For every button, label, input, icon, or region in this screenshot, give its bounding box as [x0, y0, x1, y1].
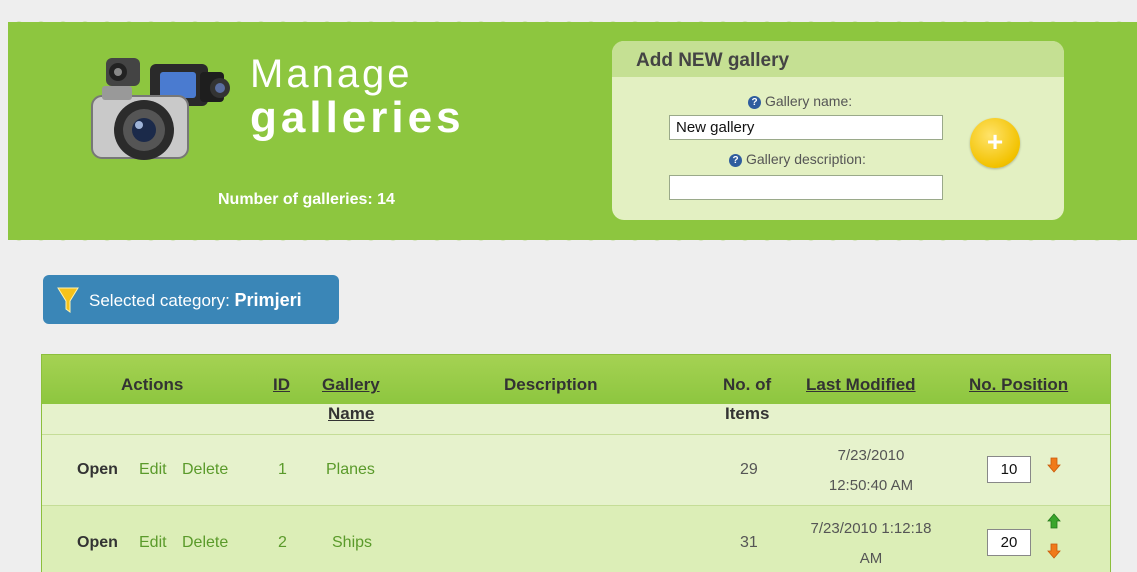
column-items-line2: Items — [725, 404, 770, 423]
open-link[interactable]: Open — [77, 534, 118, 552]
position-input[interactable] — [987, 456, 1031, 483]
add-gallery-panel: Add NEW gallery ? Gallery name: ? Gallery … — [612, 41, 1064, 220]
table-row: Open Edit Delete 1 Planes 29 7/23/2010 1… — [42, 435, 1110, 506]
category-label: Selected category: — [89, 291, 230, 310]
arrow-down-icon[interactable] — [1047, 457, 1061, 473]
galleries-table: Actions ID Gallery Description No. of La… — [41, 354, 1111, 572]
last-modified-time: AM — [859, 550, 883, 567]
last-modified: 7/23/2010 1:12:18 AM — [791, 514, 951, 572]
arrow-up-icon[interactable] — [1047, 513, 1061, 529]
gallery-name-label-group: ? Gallery name: — [748, 93, 852, 109]
header-scallop-bottom — [8, 228, 1137, 252]
category-value: Primjeri — [234, 290, 302, 310]
gallery-description-label-group: ? Gallery description: — [729, 151, 866, 167]
edit-link[interactable]: Edit — [139, 534, 167, 552]
page-title-line2: galleries — [250, 93, 465, 142]
delete-link[interactable]: Delete — [182, 461, 228, 479]
funnel-icon — [57, 287, 79, 313]
open-link[interactable]: Open — [77, 461, 118, 479]
arrow-down-icon[interactable] — [1047, 543, 1061, 559]
gallery-description-label: Gallery description: — [746, 151, 866, 167]
column-gallery-sort[interactable]: Gallery — [322, 375, 380, 395]
category-text: Selected category: Primjeri — [89, 290, 302, 311]
items-count: 31 — [740, 534, 758, 551]
help-icon[interactable]: ? — [729, 154, 742, 167]
items-count: 29 — [740, 461, 758, 478]
gallery-description-input[interactable] — [669, 175, 943, 200]
gallery-name-input[interactable] — [669, 115, 943, 140]
edit-link[interactable]: Edit — [139, 461, 167, 479]
column-position-sort[interactable]: No. Position — [969, 375, 1068, 395]
gallery-name: Planes — [326, 461, 375, 478]
column-last-modified-sort[interactable]: Last Modified — [806, 375, 916, 395]
gallery-name: Ships — [332, 534, 373, 551]
help-icon[interactable]: ? — [748, 96, 761, 109]
table-header: Actions ID Gallery Description No. of La… — [42, 355, 1110, 404]
gallery-name-label: Gallery name: — [765, 93, 853, 109]
table-row: Open Edit Delete 2 Ships 31 7/23/2010 1:… — [42, 506, 1110, 572]
delete-link[interactable]: Delete — [182, 534, 228, 552]
last-modified: 7/23/2010 12:50:40 AM — [791, 441, 951, 501]
last-modified-date: 7/23/2010 1:12:18 — [810, 520, 932, 537]
last-modified-time: 12:50:40 AM — [828, 477, 914, 494]
position-input[interactable] — [987, 529, 1031, 556]
gallery-id: 2 — [278, 534, 287, 551]
gallery-count: Number of galleries: 14 — [218, 191, 395, 208]
category-selector[interactable]: Selected category: Primjeri — [43, 275, 339, 324]
column-id-sort[interactable]: ID — [273, 375, 290, 395]
add-gallery-title: Add NEW gallery — [612, 41, 1064, 77]
gallery-id: 1 — [278, 461, 287, 478]
page-title-line1: Manage — [250, 52, 413, 96]
add-gallery-button[interactable]: + — [970, 118, 1020, 168]
column-items: No. of — [723, 375, 772, 394]
camera-collection-icon — [91, 58, 230, 160]
column-actions: Actions — [121, 375, 184, 394]
table-header-continued: Name Items — [42, 404, 1110, 435]
last-modified-date: 7/23/2010 — [837, 447, 905, 464]
plus-icon: + — [986, 126, 1004, 157]
column-description: Description — [504, 375, 598, 394]
column-gallery-name-sort[interactable]: Name — [328, 404, 374, 424]
